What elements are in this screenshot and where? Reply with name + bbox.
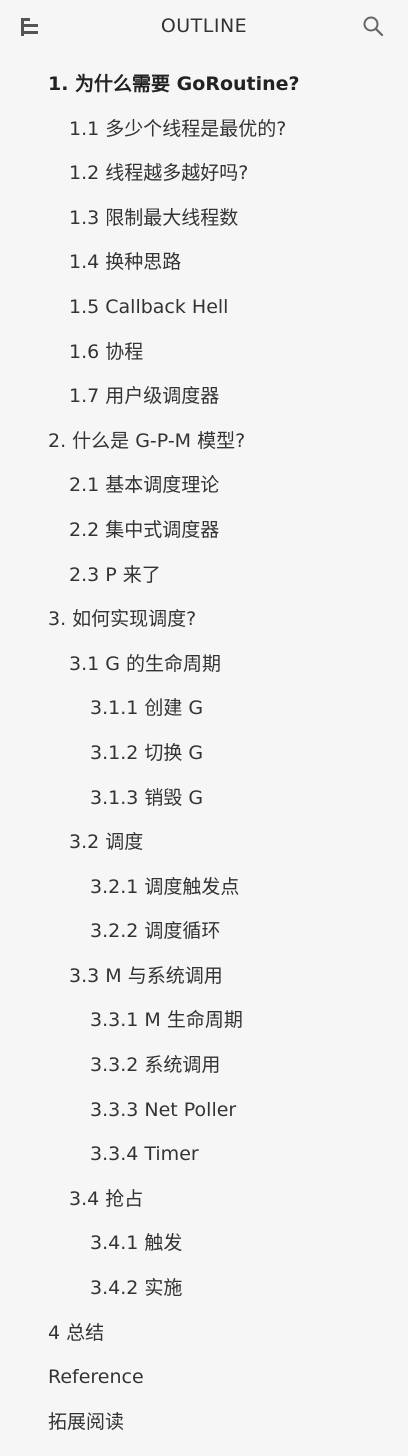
- outline-item[interactable]: 1.2 线程越多越好吗?: [0, 151, 408, 196]
- outline-item[interactable]: 3.4.1 触发: [0, 1221, 408, 1266]
- outline-item[interactable]: 3.1.1 创建 G: [0, 686, 408, 731]
- search-icon[interactable]: [362, 15, 384, 37]
- outline-item[interactable]: 3.2 调度: [0, 820, 408, 865]
- outline-item[interactable]: 4 总结: [0, 1311, 408, 1356]
- outline-item[interactable]: 拓展阅读: [0, 1400, 408, 1445]
- outline-item[interactable]: 3. 如何实现调度?: [0, 597, 408, 642]
- outline-item[interactable]: 2.2 集中式调度器: [0, 508, 408, 553]
- outline-item[interactable]: 1.4 换种思路: [0, 240, 408, 285]
- outline-item[interactable]: 1.7 用户级调度器: [0, 374, 408, 419]
- outline-item[interactable]: 1.6 协程: [0, 330, 408, 375]
- outline-item[interactable]: 3.3.3 Net Poller: [0, 1088, 408, 1133]
- outline-item[interactable]: 2.1 基本调度理论: [0, 463, 408, 508]
- outline-item[interactable]: 3.3.2 系统调用: [0, 1043, 408, 1088]
- outline-item[interactable]: 2. 什么是 G-P-M 模型?: [0, 419, 408, 464]
- outline-list: 1. 为什么需要 GoRoutine? 1.1 多少个线程是最优的? 1.2 线程越…: [0, 62, 408, 1444]
- outline-item[interactable]: 3.1.2 切换 G: [0, 731, 408, 776]
- outline-item[interactable]: 2.3 P 来了: [0, 553, 408, 598]
- outline-item[interactable]: 3.3.4 Timer: [0, 1132, 408, 1177]
- outline-item[interactable]: 3.4.2 实施: [0, 1266, 408, 1311]
- outline-header: OUTLINE: [0, 0, 408, 56]
- outline-item[interactable]: 3.2.2 调度循环: [0, 909, 408, 954]
- outline-item[interactable]: Reference: [0, 1355, 408, 1400]
- outline-item[interactable]: 1.1 多少个线程是最优的?: [0, 107, 408, 152]
- outline-item[interactable]: 3.1.3 销毁 G: [0, 776, 408, 821]
- outline-item[interactable]: 3.1 G 的生命周期: [0, 642, 408, 687]
- outline-item[interactable]: 3.2.1 调度触发点: [0, 865, 408, 910]
- outline-title: OUTLINE: [160, 15, 248, 37]
- outline-item[interactable]: 1.5 Callback Hell: [0, 285, 408, 330]
- outline-item[interactable]: 1. 为什么需要 GoRoutine?: [0, 62, 408, 107]
- outline-item[interactable]: 3.3 M 与系统调用: [0, 954, 408, 999]
- outline-item[interactable]: 1.3 限制最大线程数: [0, 196, 408, 241]
- outline-item[interactable]: 3.4 抢占: [0, 1177, 408, 1222]
- outline-panel: OUTLINE 1. 为什么需要 GoRoutine? 1.1 多少个线程是最优的…: [0, 0, 408, 1456]
- outline-item[interactable]: 3.3.1 M 生命周期: [0, 998, 408, 1043]
